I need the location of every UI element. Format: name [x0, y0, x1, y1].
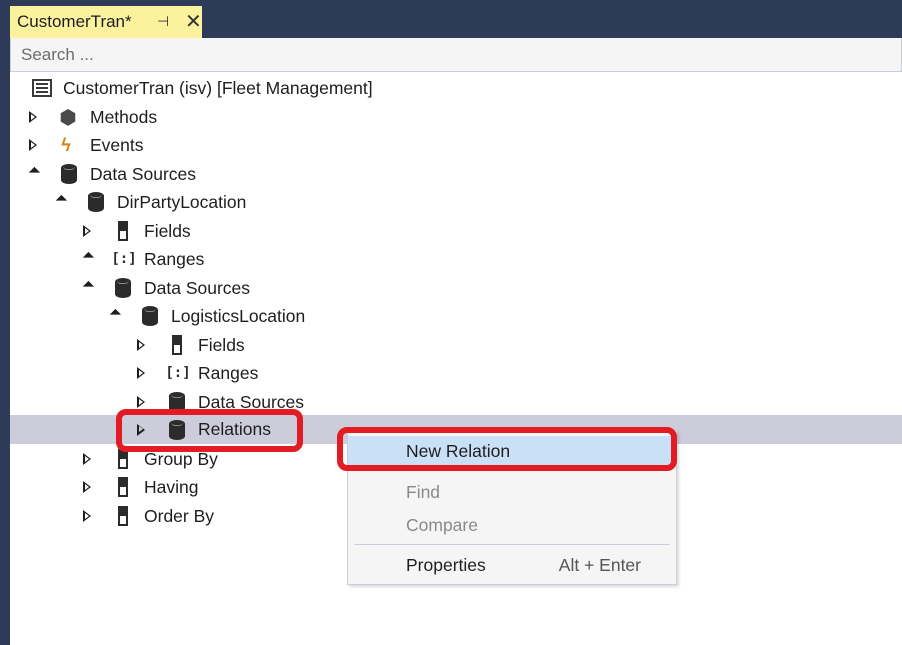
- tree-node-label: Fields: [144, 220, 191, 241]
- expand-arrow-icon[interactable]: [134, 395, 148, 409]
- expand-arrow-icon[interactable]: [134, 423, 148, 437]
- fields-icon: [167, 334, 187, 356]
- events-bolt-icon: ϟ: [61, 134, 71, 155]
- context-menu: New Relation Find Compare Properties Alt…: [347, 430, 677, 585]
- expand-arrow-icon[interactable]: [80, 224, 94, 238]
- fields-icon: [113, 476, 133, 498]
- collapse-arrow-icon[interactable]: [80, 251, 95, 266]
- menu-item-label: Find: [406, 481, 441, 502]
- tree-node-label: Events: [90, 134, 144, 155]
- form-icon: [32, 77, 52, 99]
- tree-node-label: Ranges: [198, 362, 259, 383]
- tree-node-label: Order By: [144, 505, 215, 526]
- tree-node-data-sources[interactable]: Data Sources: [10, 160, 902, 188]
- fields-icon: [113, 505, 133, 527]
- search-bar: [10, 38, 902, 72]
- tree-node-label: Ranges: [144, 248, 205, 269]
- search-input[interactable]: [21, 44, 421, 65]
- tree-node-events[interactable]: ϟ Events: [10, 131, 902, 159]
- expand-arrow-icon[interactable]: [80, 480, 94, 494]
- tree-node-label: Data Sources: [144, 277, 251, 298]
- menu-item-new-relation[interactable]: New Relation: [348, 436, 676, 466]
- fields-icon: [113, 448, 133, 470]
- tree-node-root[interactable]: CustomerTran (isv) [Fleet Management]: [10, 74, 902, 102]
- tree-node-label: Group By: [144, 448, 218, 469]
- pin-icon[interactable]: ⊣: [157, 13, 169, 30]
- menu-item-properties[interactable]: Properties Alt + Enter: [348, 550, 676, 580]
- tab-title: CustomerTran*: [17, 12, 132, 31]
- menu-item-label: Properties: [406, 554, 486, 575]
- tree-node-label: LogisticsLocation: [171, 305, 306, 326]
- tree-node-label: Data Sources: [198, 391, 305, 412]
- tree-node-methods[interactable]: ⬢ Methods: [10, 103, 902, 131]
- menu-separator: [354, 544, 670, 545]
- tree-node-label: Data Sources: [90, 163, 197, 184]
- tree-node-label: Methods: [90, 106, 158, 127]
- tree-node-label: CustomerTran (isv) [Fleet Management]: [63, 77, 373, 98]
- tree-node-dirpartylocation[interactable]: DirPartyLocation: [10, 188, 902, 216]
- datasource-icon: [113, 277, 133, 299]
- ranges-icon: [:]: [111, 251, 137, 267]
- methods-icon: ⬢: [59, 106, 77, 129]
- fields-icon: [113, 220, 133, 242]
- collapse-arrow-icon[interactable]: [107, 308, 122, 323]
- tree-node-label: Relations: [198, 419, 271, 439]
- expand-arrow-icon[interactable]: [80, 452, 94, 466]
- tree-node-label: Fields: [198, 334, 245, 355]
- collapse-arrow-icon[interactable]: [26, 166, 41, 181]
- menu-item-label: Compare: [406, 514, 478, 535]
- datasource-icon: [140, 305, 160, 327]
- tree-node-logisticslocation[interactable]: LogisticsLocation: [10, 302, 902, 330]
- expand-arrow-icon[interactable]: [26, 110, 40, 124]
- tree-node-data-sources[interactable]: Data Sources: [10, 388, 902, 416]
- tree-node-label: DirPartyLocation: [117, 191, 247, 212]
- tree-node-ranges[interactable]: [:] Ranges: [10, 245, 902, 273]
- collapse-arrow-icon[interactable]: [80, 280, 95, 295]
- document-tab[interactable]: CustomerTran* ⊣ ✕: [10, 6, 202, 38]
- expand-arrow-icon[interactable]: [26, 138, 40, 152]
- datasource-icon: [167, 391, 187, 413]
- datasource-icon: [86, 191, 106, 213]
- tree-node-fields[interactable]: Fields: [10, 217, 902, 245]
- tree-node-ranges[interactable]: [:] Ranges: [10, 359, 902, 387]
- expand-arrow-icon[interactable]: [134, 366, 148, 380]
- menu-item-shortcut: Alt + Enter: [558, 554, 641, 575]
- close-icon[interactable]: ✕: [185, 9, 202, 34]
- tree-node-data-sources[interactable]: Data Sources: [10, 274, 902, 302]
- expand-arrow-icon[interactable]: [80, 509, 94, 523]
- ranges-icon: [:]: [165, 365, 191, 381]
- menu-item-compare[interactable]: Compare: [348, 510, 676, 540]
- tree-node-fields[interactable]: Fields: [10, 331, 902, 359]
- datasource-icon: [59, 163, 79, 185]
- menu-item-label: New Relation: [406, 440, 511, 461]
- expand-arrow-icon[interactable]: [134, 338, 148, 352]
- tree-node-label: Having: [144, 476, 199, 497]
- menu-item-find[interactable]: Find: [348, 477, 676, 507]
- collapse-arrow-icon[interactable]: [53, 194, 68, 209]
- datasource-icon: [167, 419, 187, 441]
